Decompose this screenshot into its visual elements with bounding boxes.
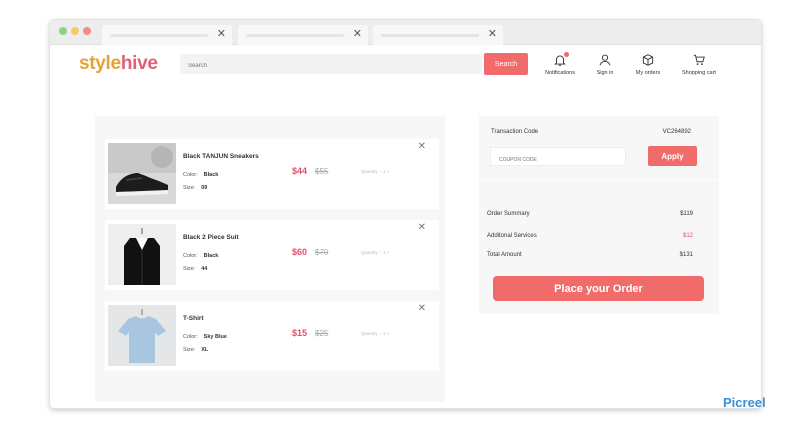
browser-tab[interactable]: ✕ (102, 25, 232, 45)
nav-label: Shopping cart (682, 70, 716, 76)
order-summary-label: Order Summary (487, 211, 530, 217)
tab-title-placeholder (381, 34, 479, 37)
tab-title-placeholder (110, 34, 208, 37)
cart-item: Black 2 Piece Suit Color: Black Size: 44 $… (105, 220, 439, 290)
product-price: $60 (292, 247, 308, 257)
nav-my-orders[interactable]: My orders (623, 53, 673, 76)
picreel-watermark: Picreel (723, 395, 766, 410)
remove-item-icon[interactable]: ✕ (418, 222, 426, 233)
browser-tab[interactable]: ✕ (373, 25, 503, 45)
additional-services-value: $12 (682, 233, 693, 239)
divider (479, 179, 719, 180)
product-price: $15 (292, 328, 308, 338)
color-value: Black (203, 253, 219, 259)
minimize-dot[interactable] (71, 27, 79, 35)
order-summary-value: $119 (680, 211, 693, 217)
cart-item: Black TANJUN Sneakers Color: Black Size: 0… (105, 139, 439, 209)
tab-title-placeholder (246, 34, 344, 37)
nav-label: Notifications (545, 70, 575, 76)
search-box (180, 54, 482, 76)
suit-image (108, 224, 176, 285)
size-value: XL (201, 347, 209, 353)
maximize-dot[interactable] (59, 27, 67, 35)
product-size: Size: 09 (183, 185, 207, 191)
coupon-code-input[interactable] (491, 151, 625, 169)
logo-text-hive: hive (120, 53, 158, 74)
size-value: 44 (201, 266, 208, 272)
product-color: Color: Black (183, 253, 218, 259)
product-price: $44 (292, 166, 308, 176)
product-image-suit[interactable] (108, 224, 176, 285)
size-value: 09 (201, 185, 208, 191)
total-amount-label: Total Amount (487, 252, 522, 258)
remove-item-icon[interactable]: ✕ (418, 141, 426, 152)
apply-button[interactable]: Apply (648, 146, 697, 166)
sneaker-image (108, 143, 176, 204)
logo-text-style: style (79, 53, 121, 74)
color-value: Sky Blue (203, 334, 227, 340)
close-dot[interactable] (83, 27, 91, 35)
color-value: Black (203, 172, 219, 178)
product-size: Size: XL (183, 347, 208, 353)
product-old-price: $55 (315, 167, 329, 176)
user-icon (599, 54, 611, 66)
quantity-stepper[interactable]: Quantity − 1 + (361, 169, 389, 174)
place-order-button[interactable]: Place your Order (493, 276, 704, 301)
product-color: Color: Black (183, 172, 218, 178)
nav-shopping-cart[interactable]: Shopping cart (674, 53, 724, 76)
coupon-field-box (490, 147, 626, 169)
product-old-price: $70 (315, 248, 329, 257)
size-label: Size: (183, 266, 196, 272)
search-input[interactable] (180, 56, 482, 76)
product-image-tshirt[interactable] (108, 305, 176, 366)
product-name: Black TANJUN Sneakers (183, 153, 259, 160)
size-label: Size: (183, 185, 196, 191)
tshirt-image (108, 305, 176, 366)
total-amount-value: $131 (679, 252, 693, 258)
size-label: Size: (183, 347, 196, 353)
product-image-sneakers[interactable] (108, 143, 176, 204)
notification-badge (564, 52, 569, 57)
additional-services-label: Additonal Services (487, 233, 537, 239)
product-name: Black 2 Piece Suit (183, 234, 239, 241)
browser-chrome: ✕ ✕ ✕ (50, 20, 761, 45)
search-button[interactable]: Search (484, 53, 528, 75)
nav-notifications[interactable]: Notifications (535, 52, 585, 76)
site-logo[interactable]: stylehive (79, 53, 158, 75)
tab-close-icon[interactable]: ✕ (488, 28, 497, 40)
color-label: Color: (183, 334, 198, 340)
transaction-code-value: VC264892 (662, 129, 691, 135)
box-icon (642, 54, 654, 66)
cart-item: T-Shirt Color: Sky Blue Size: XL $15 $25 Q… (105, 301, 439, 371)
cart-icon (693, 54, 705, 65)
tab-close-icon[interactable]: ✕ (217, 28, 226, 40)
product-name: T-Shirt (183, 315, 204, 322)
product-old-price: $25 (315, 329, 329, 338)
product-color: Color: Sky Blue (183, 334, 227, 340)
product-size: Size: 44 (183, 266, 207, 272)
remove-item-icon[interactable]: ✕ (418, 303, 426, 314)
browser-tab[interactable]: ✕ (238, 25, 368, 45)
nav-label: My orders (635, 70, 661, 76)
transaction-code-label: Transaction Code (491, 129, 539, 135)
browser-window: ✕ ✕ ✕ stylehive Search Notifications (50, 20, 761, 408)
tab-close-icon[interactable]: ✕ (353, 28, 362, 40)
color-label: Color: (183, 253, 198, 259)
order-summary-panel: Transaction Code VC264892 Apply Order Su… (479, 116, 719, 314)
color-label: Color: (183, 172, 198, 178)
quantity-stepper[interactable]: Quantity − 1 + (361, 250, 389, 255)
cart-panel: Black TANJUN Sneakers Color: Black Size: 0… (95, 116, 445, 402)
quantity-stepper[interactable]: Quantity − 1 + (361, 331, 389, 336)
